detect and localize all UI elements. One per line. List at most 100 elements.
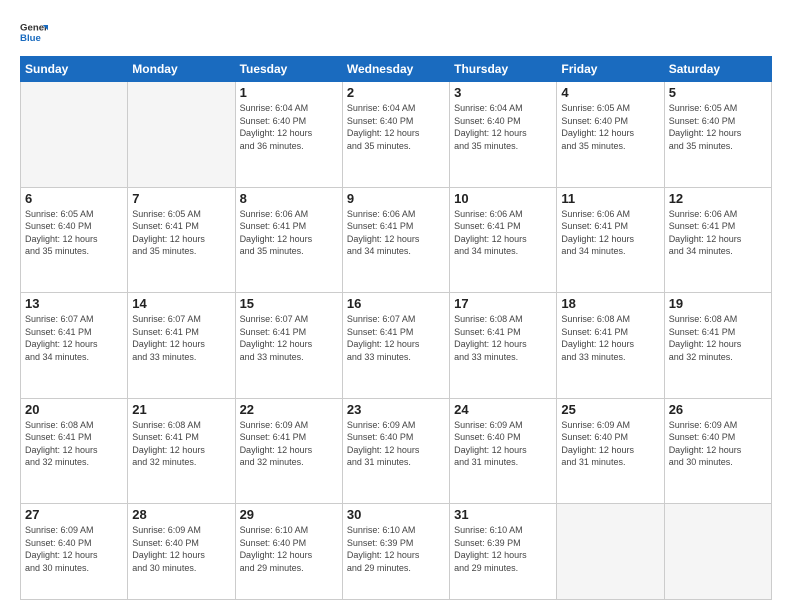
- weekday-header-thursday: Thursday: [450, 57, 557, 82]
- day-info: Sunrise: 6:04 AM Sunset: 6:40 PM Dayligh…: [240, 102, 338, 152]
- day-number: 29: [240, 507, 338, 522]
- calendar-cell: 13Sunrise: 6:07 AM Sunset: 6:41 PM Dayli…: [21, 293, 128, 399]
- day-number: 12: [669, 191, 767, 206]
- calendar-week-3: 13 Sunrise: 6:07 AM Sunset: 6:41 PM Dayli…: [21, 293, 772, 399]
- day-info: Sunrise: 6:05 AM Sunset: 6:40 PM Dayligh…: [669, 102, 767, 152]
- day-number: 25: [561, 402, 659, 417]
- day-info: Sunrise: 6:10 AM Sunset: 6:40 PM Dayligh…: [240, 524, 338, 574]
- calendar-cell: 27 Sunrise: 6:09 AM Sunset: 6:40 PM Dayli…: [21, 504, 128, 600]
- day-info: Sunrise: 6:06 AM Sunset: 6:41 PM Dayligh…: [347, 208, 445, 258]
- calendar-cell: 14 Sunrise: 6:07 AM Sunset: 6:41 PM Dayli…: [128, 293, 235, 399]
- day-number: 19: [669, 296, 767, 311]
- logo-icon: General Blue: [20, 18, 48, 46]
- day-number: 28: [132, 507, 230, 522]
- day-info: Sunrise: 6:09 AM Sunset: 6:40 PM Dayligh…: [669, 419, 767, 469]
- day-number: 6: [25, 191, 123, 206]
- calendar-cell: 17 Sunrise: 6:08 AM Sunset: 6:41 PM Dayli…: [450, 293, 557, 399]
- weekday-header-monday: Monday: [128, 57, 235, 82]
- day-info: Sunrise: 6:09 AM Sunset: 6:40 PM Dayligh…: [454, 419, 552, 469]
- weekday-header-sunday: Sunday: [21, 57, 128, 82]
- day-info: Sunrise: 6:08 AM Sunset: 6:41 PM Dayligh…: [454, 313, 552, 363]
- day-number: 3: [454, 85, 552, 100]
- calendar-cell: 20Sunrise: 6:08 AM Sunset: 6:41 PM Dayli…: [21, 398, 128, 504]
- day-info: Sunrise: 6:07 AM Sunset: 6:41 PM Dayligh…: [132, 313, 230, 363]
- day-info: Sunrise: 6:09 AM Sunset: 6:40 PM Dayligh…: [132, 524, 230, 574]
- calendar-cell: [664, 504, 771, 600]
- day-info: Sunrise: 6:04 AM Sunset: 6:40 PM Dayligh…: [454, 102, 552, 152]
- day-number: 4: [561, 85, 659, 100]
- day-number: 14: [132, 296, 230, 311]
- calendar-cell: 5 Sunrise: 6:05 AM Sunset: 6:40 PM Daylig…: [664, 82, 771, 188]
- calendar-header-row: SundayMondayTuesdayWednesdayThursdayFrid…: [21, 57, 772, 82]
- calendar-cell: [21, 82, 128, 188]
- day-info: Sunrise: 6:06 AM Sunset: 6:41 PM Dayligh…: [240, 208, 338, 258]
- calendar-cell: 19 Sunrise: 6:08 AM Sunset: 6:41 PM Dayli…: [664, 293, 771, 399]
- day-number: 24: [454, 402, 552, 417]
- calendar-cell: 6Sunrise: 6:05 AM Sunset: 6:40 PM Daylig…: [21, 187, 128, 293]
- day-number: 21: [132, 402, 230, 417]
- weekday-header-saturday: Saturday: [664, 57, 771, 82]
- calendar-cell: 23Sunrise: 6:09 AM Sunset: 6:40 PM Dayli…: [342, 398, 449, 504]
- calendar-cell: 12Sunrise: 6:06 AM Sunset: 6:41 PM Dayli…: [664, 187, 771, 293]
- day-info: Sunrise: 6:05 AM Sunset: 6:41 PM Dayligh…: [132, 208, 230, 258]
- calendar-cell: 4 Sunrise: 6:05 AM Sunset: 6:40 PM Daylig…: [557, 82, 664, 188]
- weekday-header-tuesday: Tuesday: [235, 57, 342, 82]
- day-number: 23: [347, 402, 445, 417]
- day-number: 10: [454, 191, 552, 206]
- day-number: 17: [454, 296, 552, 311]
- day-number: 1: [240, 85, 338, 100]
- day-info: Sunrise: 6:05 AM Sunset: 6:40 PM Dayligh…: [561, 102, 659, 152]
- page: General Blue SundayMondayTuesdayWednesda…: [0, 0, 792, 612]
- calendar-cell: 18Sunrise: 6:08 AM Sunset: 6:41 PM Dayli…: [557, 293, 664, 399]
- calendar-cell: 16Sunrise: 6:07 AM Sunset: 6:41 PM Dayli…: [342, 293, 449, 399]
- calendar-cell: 28 Sunrise: 6:09 AM Sunset: 6:40 PM Dayli…: [128, 504, 235, 600]
- day-info: Sunrise: 6:08 AM Sunset: 6:41 PM Dayligh…: [561, 313, 659, 363]
- day-number: 5: [669, 85, 767, 100]
- calendar-cell: 25 Sunrise: 6:09 AM Sunset: 6:40 PM Dayli…: [557, 398, 664, 504]
- day-number: 26: [669, 402, 767, 417]
- calendar-cell: 22Sunrise: 6:09 AM Sunset: 6:41 PM Dayli…: [235, 398, 342, 504]
- day-number: 27: [25, 507, 123, 522]
- day-info: Sunrise: 6:08 AM Sunset: 6:41 PM Dayligh…: [132, 419, 230, 469]
- day-info: Sunrise: 6:10 AM Sunset: 6:39 PM Dayligh…: [347, 524, 445, 574]
- day-info: Sunrise: 6:10 AM Sunset: 6:39 PM Dayligh…: [454, 524, 552, 574]
- day-number: 2: [347, 85, 445, 100]
- calendar-cell: 2 Sunrise: 6:04 AM Sunset: 6:40 PM Daylig…: [342, 82, 449, 188]
- calendar-week-5: 27 Sunrise: 6:09 AM Sunset: 6:40 PM Dayli…: [21, 504, 772, 600]
- calendar-cell: 26 Sunrise: 6:09 AM Sunset: 6:40 PM Dayli…: [664, 398, 771, 504]
- calendar-cell: 3 Sunrise: 6:04 AM Sunset: 6:40 PM Daylig…: [450, 82, 557, 188]
- weekday-header-wednesday: Wednesday: [342, 57, 449, 82]
- day-info: Sunrise: 6:04 AM Sunset: 6:40 PM Dayligh…: [347, 102, 445, 152]
- day-number: 7: [132, 191, 230, 206]
- day-info: Sunrise: 6:06 AM Sunset: 6:41 PM Dayligh…: [561, 208, 659, 258]
- svg-text:Blue: Blue: [20, 33, 41, 44]
- calendar-cell: [128, 82, 235, 188]
- calendar-cell: 10 Sunrise: 6:06 AM Sunset: 6:41 PM Dayli…: [450, 187, 557, 293]
- calendar-week-2: 6Sunrise: 6:05 AM Sunset: 6:40 PM Daylig…: [21, 187, 772, 293]
- calendar-cell: 1 Sunrise: 6:04 AM Sunset: 6:40 PM Daylig…: [235, 82, 342, 188]
- calendar-cell: 31Sunrise: 6:10 AM Sunset: 6:39 PM Dayli…: [450, 504, 557, 600]
- day-info: Sunrise: 6:09 AM Sunset: 6:40 PM Dayligh…: [561, 419, 659, 469]
- day-info: Sunrise: 6:06 AM Sunset: 6:41 PM Dayligh…: [454, 208, 552, 258]
- day-number: 16: [347, 296, 445, 311]
- calendar-cell: 11Sunrise: 6:06 AM Sunset: 6:41 PM Dayli…: [557, 187, 664, 293]
- weekday-header-friday: Friday: [557, 57, 664, 82]
- calendar-cell: 29 Sunrise: 6:10 AM Sunset: 6:40 PM Dayli…: [235, 504, 342, 600]
- calendar-cell: 15Sunrise: 6:07 AM Sunset: 6:41 PM Dayli…: [235, 293, 342, 399]
- day-number: 9: [347, 191, 445, 206]
- day-info: Sunrise: 6:09 AM Sunset: 6:40 PM Dayligh…: [25, 524, 123, 574]
- svg-text:General: General: [20, 22, 48, 33]
- calendar-cell: 9 Sunrise: 6:06 AM Sunset: 6:41 PM Daylig…: [342, 187, 449, 293]
- header: General Blue: [20, 18, 772, 46]
- calendar-week-1: 1 Sunrise: 6:04 AM Sunset: 6:40 PM Daylig…: [21, 82, 772, 188]
- day-number: 8: [240, 191, 338, 206]
- logo: General Blue: [20, 18, 48, 46]
- day-number: 15: [240, 296, 338, 311]
- day-info: Sunrise: 6:08 AM Sunset: 6:41 PM Dayligh…: [669, 313, 767, 363]
- day-number: 13: [25, 296, 123, 311]
- day-number: 22: [240, 402, 338, 417]
- calendar-cell: 21 Sunrise: 6:08 AM Sunset: 6:41 PM Dayli…: [128, 398, 235, 504]
- calendar-cell: 30Sunrise: 6:10 AM Sunset: 6:39 PM Dayli…: [342, 504, 449, 600]
- calendar-table: SundayMondayTuesdayWednesdayThursdayFrid…: [20, 56, 772, 600]
- calendar-cell: 7 Sunrise: 6:05 AM Sunset: 6:41 PM Daylig…: [128, 187, 235, 293]
